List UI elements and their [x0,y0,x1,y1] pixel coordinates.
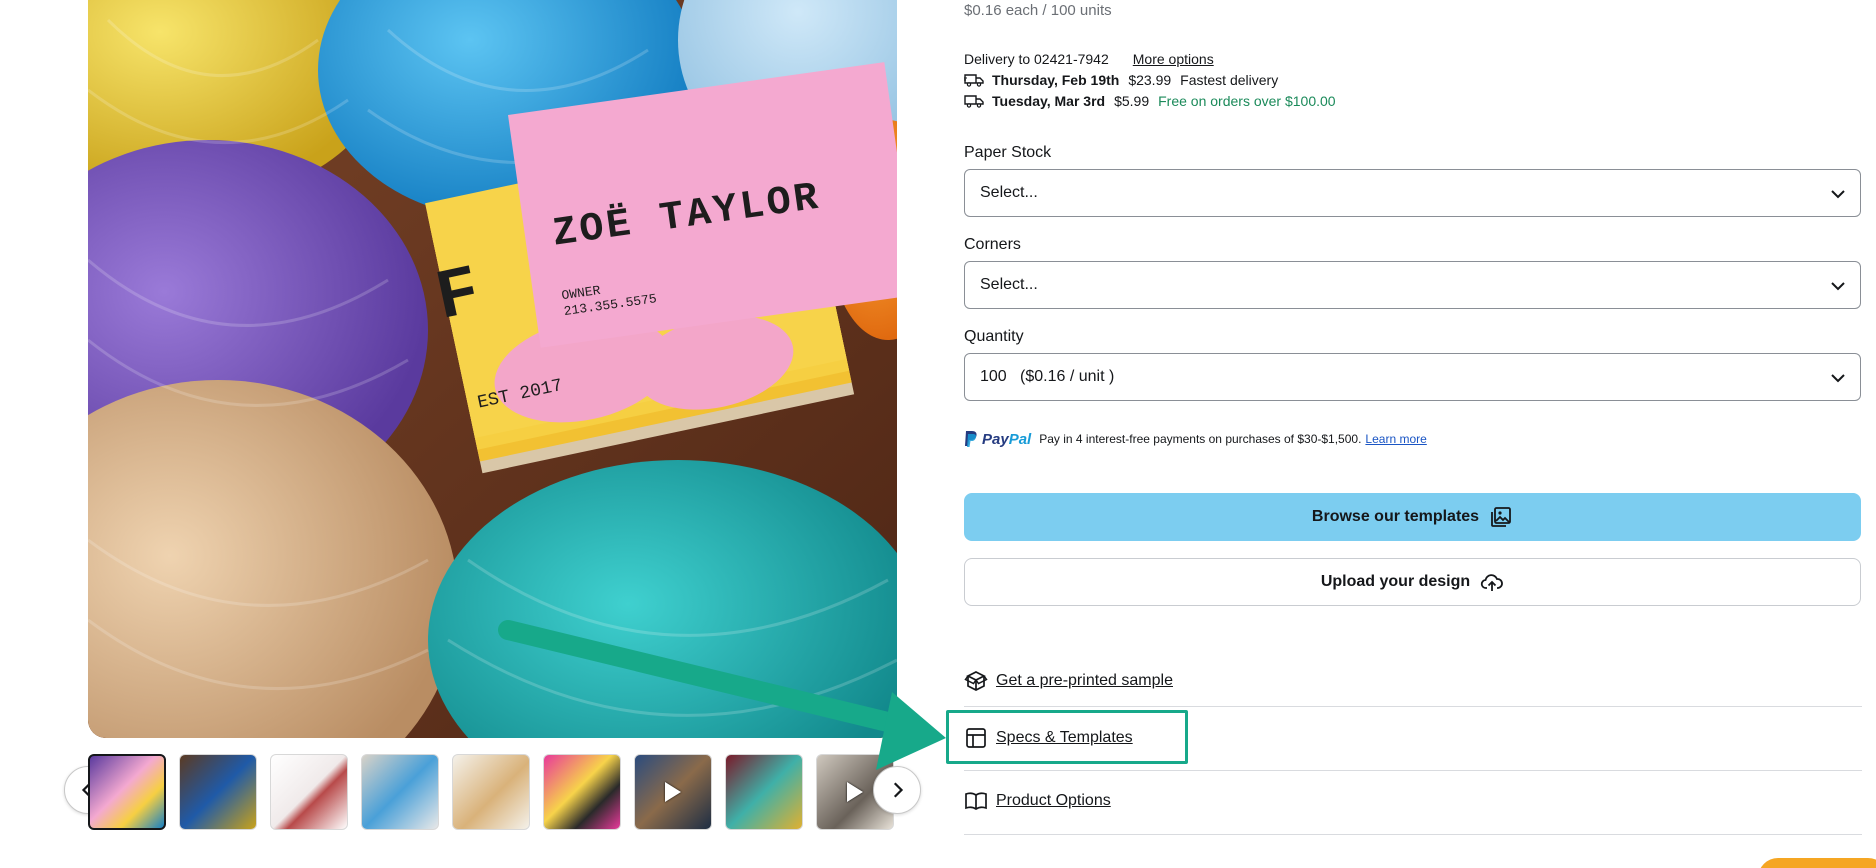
thumbnail-6[interactable] [543,754,621,830]
image-gallery-icon [1491,507,1511,527]
thumbnail-3[interactable] [270,754,348,830]
corners-label: Corners [964,236,1021,253]
truck-icon [964,94,984,108]
browse-templates-button[interactable]: Browse our templates [964,493,1861,541]
pre-printed-sample-label: Get a pre-printed sample [996,672,1173,689]
truck-icon [964,73,984,87]
delivery-option-standard: Tuesday, Mar 3rd $5.99 Free on orders ov… [964,90,1336,111]
thumbnail-7-video[interactable] [634,754,712,830]
browse-templates-label: Browse our templates [1311,508,1480,525]
quantity-select[interactable]: 100 ($0.16 / unit ) [964,353,1861,401]
thumbnail-strip [64,754,924,830]
delivery-option-fast: Thursday, Feb 19th $23.99 Fastest delive… [964,69,1336,90]
thumbnail-next-button[interactable] [873,766,921,814]
unit-price: $0.16 each / 100 units [964,2,1112,19]
chevron-down-icon [1831,190,1845,199]
paypal-learn-more-link[interactable]: Learn more [1365,432,1426,446]
delivery-date: Thursday, Feb 19th [992,71,1120,88]
product-options-label: Product Options [996,792,1111,809]
quantity-label: Quantity [964,328,1024,345]
product-main-image: F EST 2017 ZOË TAYLOR OWNER 213.355.5575 [88,0,897,738]
play-icon [665,782,681,802]
corners-select[interactable]: Select... [964,261,1861,309]
thumbnail-5[interactable] [452,754,530,830]
divider [964,834,1862,835]
package-icon [964,671,988,691]
quantity-value: 100 ($0.16 / unit ) [980,368,1115,385]
cloud-upload-icon [1481,574,1504,591]
paper-stock-value: Select... [980,184,1038,201]
upload-design-label: Upload your design [1320,573,1471,590]
chevron-down-icon [1831,282,1845,291]
chat-launcher-button[interactable] [1758,858,1876,868]
paper-stock-label: Paper Stock [964,144,1052,161]
paypal-text: Pay in 4 interest-free payments on purch… [1039,432,1362,446]
product-photo: F EST 2017 ZOË TAYLOR OWNER 213.355.5575 [88,0,897,738]
pre-printed-sample-link[interactable]: Get a pre-printed sample [964,650,1862,712]
delivery-price: $23.99 [1128,71,1172,88]
delivery-date: Tuesday, Mar 3rd [992,92,1106,109]
highlight-box [946,710,1188,764]
paypal-logo-icon [965,431,977,447]
thumbnail-2[interactable] [179,754,257,830]
delivery-label: Delivery to 02421-7942 [964,50,1109,67]
delivery-free-note: Free on orders over $100.00 [1158,92,1336,109]
corners-value: Select... [980,276,1038,293]
upload-design-button[interactable]: Upload your design [964,558,1861,606]
thumbnail-1[interactable] [88,754,166,830]
thumbnail-8[interactable] [725,754,803,830]
thumbnail-4[interactable] [361,754,439,830]
open-book-icon [965,792,987,811]
paper-stock-select[interactable]: Select... [964,169,1861,217]
play-icon [847,782,863,802]
chevron-right-icon [893,782,904,798]
paypal-wordmark: PayPal [982,430,1032,448]
product-options-link[interactable]: Product Options [964,770,1862,832]
delivery-info: Delivery to 02421-7942 More options Thur… [964,48,1336,111]
chevron-down-icon [1831,374,1845,383]
delivery-note: Fastest delivery [1180,71,1279,88]
delivery-price: $5.99 [1114,92,1150,109]
paypal-banner: PayPal Pay in 4 interest-free payments o… [964,430,1427,448]
more-options-link[interactable]: More options [1133,51,1214,67]
